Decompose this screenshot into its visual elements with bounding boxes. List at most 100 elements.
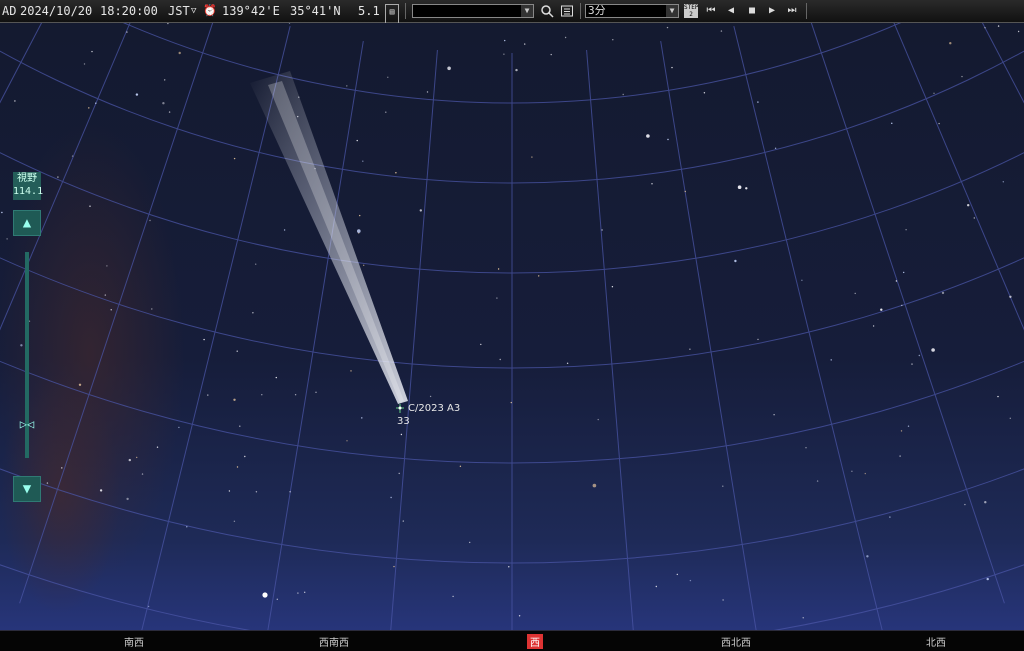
star <box>346 85 348 87</box>
star <box>964 503 966 506</box>
star <box>564 36 567 39</box>
zoom-out-button[interactable]: ▼ <box>13 476 41 502</box>
star <box>722 599 724 601</box>
azimuth-gridline <box>893 23 1024 331</box>
star <box>510 401 512 404</box>
star <box>967 204 970 207</box>
star <box>997 25 1000 27</box>
clock-icon[interactable]: ⏰ <box>203 0 217 22</box>
star <box>986 577 989 581</box>
direction-west-southwest[interactable]: 西南西 <box>319 634 349 649</box>
direction-bar: 南西 西南西 西 西北西 北西 <box>0 630 1024 651</box>
star <box>816 480 819 482</box>
star <box>899 455 901 457</box>
star <box>236 466 239 468</box>
time-step-select[interactable]: 3分 ▼ <box>585 4 679 18</box>
star <box>239 425 241 427</box>
target-select[interactable]: ▼ <box>412 4 534 18</box>
chevron-down-icon[interactable]: ▼ <box>666 5 678 17</box>
star <box>99 489 103 492</box>
timezone-dropdown-icon[interactable]: ▽ <box>191 0 196 22</box>
star <box>419 209 422 212</box>
direction-west[interactable]: 西 <box>527 634 543 649</box>
star <box>276 598 278 600</box>
direction-west-northwest[interactable]: 西北西 <box>721 634 751 649</box>
star <box>126 31 128 33</box>
star <box>745 187 748 190</box>
star <box>689 579 692 582</box>
star <box>497 268 500 270</box>
star <box>275 376 277 379</box>
star <box>459 465 462 467</box>
zoom-slider-handle[interactable]: ▷◁ <box>12 416 42 432</box>
star <box>233 520 236 522</box>
stellarium-app: AD 2024/10/20 18:20:00 JST ▽ ⏰ 139°42'E … <box>0 0 1024 651</box>
star <box>28 320 31 322</box>
star <box>83 63 86 65</box>
chevron-down-icon[interactable]: ▼ <box>521 5 533 17</box>
star <box>57 176 59 178</box>
star <box>294 394 297 396</box>
star <box>393 565 395 568</box>
star <box>400 433 403 436</box>
star <box>236 350 238 352</box>
star <box>88 107 90 109</box>
star <box>233 398 236 401</box>
bright-star <box>262 592 268 598</box>
azimuth-gridline <box>733 26 883 630</box>
step-badge-icon[interactable]: STEP 2 <box>684 4 698 18</box>
star <box>255 263 257 265</box>
sky-view[interactable]: C/2023 A3 33 <box>0 23 1024 630</box>
latitude-display[interactable]: 35°41'N <box>290 0 341 22</box>
star <box>538 275 540 277</box>
star <box>156 446 159 448</box>
star <box>151 308 153 310</box>
star <box>261 394 263 396</box>
star <box>851 470 853 472</box>
comet-tail-core <box>268 81 404 403</box>
star <box>622 93 624 96</box>
star <box>363 264 365 266</box>
star <box>515 68 518 72</box>
star <box>907 425 910 427</box>
toolbar-divider <box>806 3 807 19</box>
comet-name-label[interactable]: C/2023 A3 <box>408 403 460 414</box>
star <box>469 541 471 544</box>
star <box>895 280 898 282</box>
timezone-display[interactable]: JST <box>168 0 190 22</box>
direction-southwest[interactable]: 南西 <box>124 634 144 649</box>
time-display[interactable]: 18:20:00 <box>100 0 158 22</box>
azimuth-gridline <box>390 49 438 630</box>
magnitude-display[interactable]: 5.1 <box>358 0 380 22</box>
star <box>805 447 807 449</box>
star <box>531 156 533 158</box>
top-toolbar: AD 2024/10/20 18:20:00 JST ▽ ⏰ 139°42'E … <box>0 0 1024 26</box>
triangle-down-icon: ▼ <box>22 481 32 497</box>
star <box>938 122 940 125</box>
star <box>78 383 82 386</box>
time-step-value: 3分 <box>588 4 606 17</box>
star <box>91 50 93 53</box>
star <box>949 42 952 45</box>
date-display[interactable]: 2024/10/20 <box>20 0 92 22</box>
longitude-display[interactable]: 139°42'E <box>222 0 280 22</box>
star <box>46 482 49 484</box>
star <box>891 122 893 125</box>
star <box>872 325 875 327</box>
star <box>866 555 869 558</box>
zoom-in-button[interactable]: ▲ <box>13 210 41 236</box>
star <box>1017 30 1020 33</box>
star <box>830 359 832 361</box>
star <box>854 292 856 295</box>
star <box>167 23 169 25</box>
star <box>676 573 678 576</box>
star <box>361 417 363 419</box>
star <box>524 43 526 45</box>
fov-value: 114.1 <box>13 186 44 197</box>
star <box>135 93 139 96</box>
star <box>997 395 999 398</box>
direction-northwest[interactable]: 北西 <box>926 634 946 649</box>
star <box>504 39 506 42</box>
star <box>426 91 429 93</box>
star <box>757 338 759 341</box>
